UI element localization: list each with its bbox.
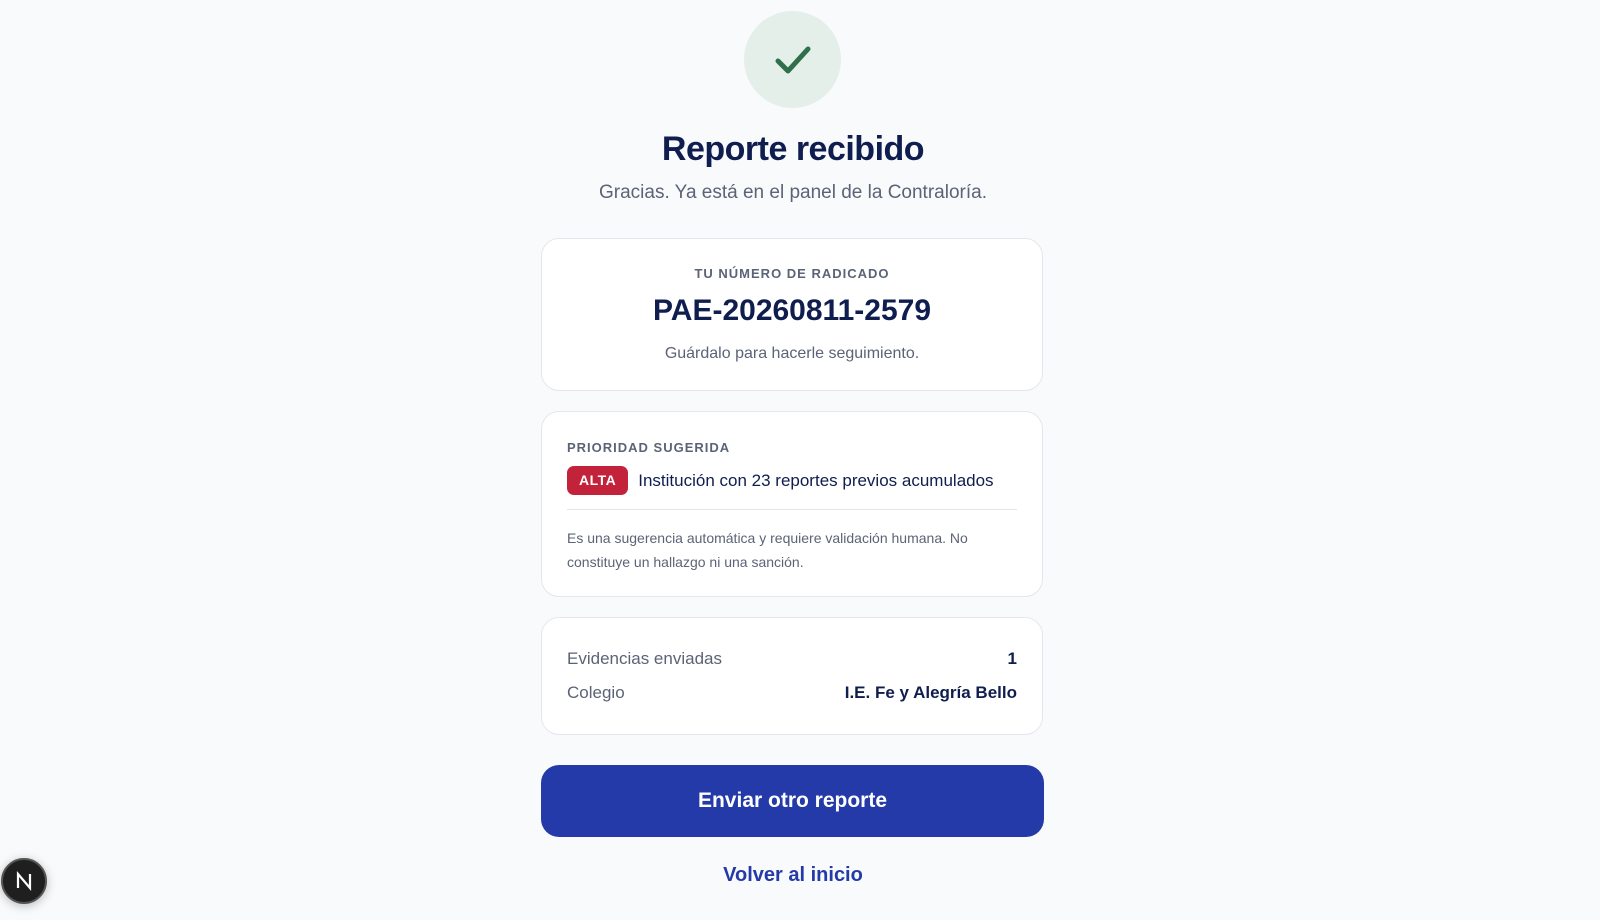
details-card: Evidencias enviadas 1 Colegio I.E. Fe y … bbox=[541, 617, 1043, 735]
send-another-report-button[interactable]: Enviar otro reporte bbox=[541, 765, 1044, 837]
priority-reason: Institución con 23 reportes previos acum… bbox=[638, 470, 994, 490]
priority-badge: ALTA bbox=[567, 466, 629, 495]
back-to-home-link[interactable]: Volver al inicio bbox=[0, 864, 1586, 887]
radicado-card: TU NÚMERO DE RADICADO PAE-20260811-2579 … bbox=[541, 238, 1043, 391]
detail-key: Colegio bbox=[567, 683, 625, 702]
success-check-circle bbox=[744, 11, 841, 108]
nextjs-icon bbox=[16, 871, 32, 891]
priority-label: PRIORIDAD SUGERIDA bbox=[567, 440, 731, 455]
radicado-number: PAE-20260811-2579 bbox=[653, 294, 931, 327]
divider bbox=[567, 509, 1017, 510]
radicado-hint: Guárdalo para hacerle seguimiento. bbox=[664, 345, 920, 362]
detail-row-colegio: Colegio I.E. Fe y Alegría Bello bbox=[567, 683, 1017, 703]
check-icon bbox=[775, 46, 810, 73]
detail-key: Evidencias enviadas bbox=[567, 649, 722, 668]
detail-value: I.E. Fe y Alegría Bello bbox=[844, 683, 1017, 702]
priority-row: ALTA Institución con 23 reportes previos… bbox=[567, 466, 994, 495]
detail-value: 1 bbox=[1007, 649, 1017, 668]
priority-card: PRIORIDAD SUGERIDA ALTA Institución con … bbox=[541, 411, 1043, 597]
page-title: Reporte recibido bbox=[661, 130, 925, 168]
radicado-label: TU NÚMERO DE RADICADO bbox=[694, 266, 890, 281]
priority-disclaimer: Es una sugerencia automática y requiere … bbox=[567, 530, 968, 570]
detail-row-evidencias: Evidencias enviadas 1 bbox=[567, 649, 1017, 669]
nextjs-dev-indicator[interactable] bbox=[1, 858, 47, 904]
page-subtitle: Gracias. Ya está en el panel de la Contr… bbox=[599, 182, 987, 203]
